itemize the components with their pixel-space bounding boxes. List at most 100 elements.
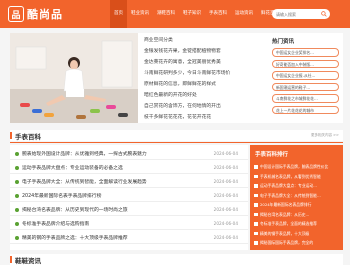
article-date: 2024-06-04 bbox=[213, 150, 238, 156]
featured-article-link[interactable]: 斗南鲜花研判多少，今日斗南鲜花市场价 bbox=[144, 68, 264, 79]
hot-tag[interactable]: 中国运女企业奖排名… bbox=[272, 48, 339, 57]
list-item[interactable]: 腕表始现外国设计品牌：从优雅到经典，一探古式腕表魅力 2024-06-04 bbox=[10, 147, 248, 160]
ranking-item-label: 中国设计国际手表品牌，腕表品牌性价比 bbox=[260, 164, 329, 169]
nav-item-sports-news[interactable]: 运动资讯 bbox=[231, 0, 257, 28]
list-item[interactable]: 2024年最新国际名表手表品牌排行榜 2024-06-04 bbox=[10, 189, 248, 202]
ranking-item-label: 揭秘台湾名表品牌：从历史… bbox=[260, 211, 310, 217]
nav-item-shoe-news[interactable]: 鞋业资讯 bbox=[127, 0, 153, 28]
article-title: 精美的钢的手表品牌之选：十大顶级手表品牌推荐 bbox=[22, 236, 128, 241]
hero-image[interactable] bbox=[10, 33, 138, 123]
article-date: 2024-06-04 bbox=[213, 206, 238, 212]
featured-article-link[interactable]: 金达莱花卉的寓意，全冠美丽优秀美 bbox=[144, 57, 264, 68]
article-date: 2024-06-04 bbox=[213, 234, 238, 240]
bullet-icon bbox=[15, 179, 19, 184]
hot-tag[interactable]: 斗南鲜花之市城鲜花花… bbox=[272, 94, 339, 103]
ranking-item[interactable]: 揭秘国际国际手表品牌，完全的 bbox=[254, 238, 343, 248]
ranking-item-label: 冬标准手表品牌，全面的精选推荐 bbox=[260, 221, 317, 226]
ranking-item[interactable]: 揭秘台湾名表品牌：从历史… bbox=[254, 210, 343, 220]
ranking-item[interactable]: 中国设计国际手表品牌，腕表品牌性价比 bbox=[254, 162, 343, 172]
main-nav: 首页 鞋业资讯 潮鞋百科 鞋子知识 手表百科 运动资讯 鲜花百科 bbox=[110, 0, 283, 28]
hot-tag[interactable]: 新国潮运营的鞋子… bbox=[272, 82, 339, 91]
ranking-item[interactable]: 2024年最新国际名表品牌排行 bbox=[254, 200, 343, 210]
article-date: 2024-06-04 bbox=[213, 220, 238, 226]
article-title: 2024年最新国际名表手表品牌排行榜 bbox=[22, 194, 102, 199]
article-date: 2024-06-04 bbox=[213, 192, 238, 198]
hot-tag[interactable]: 好奇能否加入中装版… bbox=[272, 59, 339, 68]
rank-marker-icon bbox=[254, 222, 258, 226]
hot-tag[interactable]: 中国运女企业报-从社… bbox=[272, 71, 339, 80]
rank-marker-icon bbox=[254, 184, 258, 188]
ranking-item-label: 电子手表品牌大全：从传统到智能… bbox=[260, 192, 321, 198]
ranking-item[interactable]: 手表机械名表品牌，从奢到优秀智能 bbox=[254, 172, 343, 182]
section-accent-bar bbox=[10, 132, 12, 139]
featured-article-link[interactable]: 枝干多鲜花花花花，花花开花花 bbox=[144, 112, 264, 123]
featured-article-link[interactable]: 自己赏花的含饰方，在何地情的开出 bbox=[144, 101, 264, 112]
ranking-item[interactable]: 运动手表品牌大盘点：专业运动… bbox=[254, 181, 343, 191]
article-title: 揭秘台湾名表品牌：从历史到现代的一场时尚之旅 bbox=[22, 208, 128, 213]
bullet-icon bbox=[15, 151, 19, 156]
top-navbar: 品 酷尚品 首页 鞋业资讯 潮鞋百科 鞋子知识 手表百科 运动资讯 鲜花百科 bbox=[0, 0, 350, 28]
rank-marker-icon bbox=[254, 203, 258, 207]
watch-article-list: 腕表始现外国设计品牌：从优雅到经典，一探古式腕表魅力 2024-06-04 运动… bbox=[10, 145, 248, 250]
nav-item-shoe-knowledge[interactable]: 鞋子知识 bbox=[179, 0, 205, 28]
bullet-icon bbox=[15, 193, 19, 198]
ranking-item[interactable]: 冬标准手表品牌，全面的精选推荐 bbox=[254, 219, 343, 229]
list-item[interactable]: 冬标准手表品牌介绍与选购指南 2024-06-04 bbox=[10, 217, 248, 230]
bullet-icon bbox=[15, 165, 19, 170]
search-box bbox=[272, 9, 330, 19]
ranking-title: 手表百科排行 bbox=[255, 152, 289, 158]
search-icon[interactable] bbox=[321, 11, 327, 17]
article-title: 冬标准手表品牌介绍与选购指南 bbox=[22, 222, 90, 227]
nav-item-trendy-shoes[interactable]: 潮鞋百科 bbox=[153, 0, 179, 28]
featured-article-link[interactable]: 商业空间分类 bbox=[144, 35, 264, 46]
search-input[interactable] bbox=[276, 10, 318, 18]
rank-marker-icon bbox=[254, 193, 258, 197]
section-header-watch: 手表百科 更多相关内容 >> bbox=[10, 130, 343, 141]
featured-article-link[interactable]: 金银发钱花卉果，金锭搭配植物物套 bbox=[144, 46, 264, 57]
section-title: 鞋鞋资讯 bbox=[15, 257, 41, 265]
bullet-icon bbox=[15, 235, 19, 240]
ranking-item-label: 精美的钢手表品牌，十大顶级 bbox=[260, 230, 310, 236]
list-item[interactable]: 电子手表品牌大全：从传统到智能，全面解读行业发展趋势 2024-06-04 bbox=[10, 175, 248, 188]
bullet-icon bbox=[15, 221, 19, 226]
article-date: 2024-06-04 bbox=[213, 178, 238, 184]
site-logo[interactable]: 品 酷尚品 bbox=[8, 4, 68, 24]
list-item[interactable]: 精美的钢的手表品牌之选：十大顶级手表品牌推荐 2024-06-04 bbox=[10, 231, 248, 244]
hot-tag[interactable]: 花上一片花花花的城市 bbox=[272, 105, 339, 114]
ranking-item-label: 揭秘国际国际手表品牌，完全的 bbox=[260, 240, 314, 245]
list-item[interactable]: 揭秘台湾名表品牌：从历史到现代的一场时尚之旅 2024-06-04 bbox=[10, 203, 248, 216]
section-divider bbox=[10, 142, 343, 143]
ranking-item[interactable]: 精美的钢手表品牌，十大顶级 bbox=[254, 229, 343, 239]
ranking-item-label: 手表机械名表品牌，从奢到优秀智能 bbox=[260, 173, 321, 179]
nav-item-home[interactable]: 首页 bbox=[110, 0, 127, 28]
featured-article-list: 商业空间分类 金银发钱花卉果，金锭搭配植物物套 金达莱花卉的寓意，全冠美丽优秀美… bbox=[144, 35, 264, 123]
section-header-bottom: 鞋鞋资讯 bbox=[10, 254, 343, 265]
bullet-icon bbox=[15, 207, 19, 212]
hot-tags-title: 热门资讯 bbox=[272, 39, 295, 45]
rank-marker-icon bbox=[254, 174, 258, 178]
ranking-item-label: 2024年最新国际名表品牌排行 bbox=[260, 202, 312, 207]
rank-marker-icon bbox=[254, 212, 258, 216]
logo-text: 酷尚品 bbox=[27, 8, 63, 21]
section-title: 手表百科 bbox=[15, 133, 41, 141]
watch-ranking-panel: 手表百科排行 中国设计国际手表品牌，腕表品牌性价比 手表机械名表品牌，从奢到优秀… bbox=[250, 145, 343, 250]
logo-mark-icon: 品 bbox=[8, 6, 24, 22]
featured-article-link[interactable]: 暗红色最新的开花的好处 bbox=[144, 90, 264, 101]
article-title: 电子手表品牌大全：从传统到智能，全面解读行业发展趋势 bbox=[22, 180, 147, 185]
rank-marker-icon bbox=[254, 241, 258, 245]
nav-item-watch-wiki[interactable]: 手表百科 bbox=[205, 0, 231, 28]
more-link[interactable]: 更多相关内容 >> bbox=[311, 133, 339, 138]
rank-marker-icon bbox=[254, 165, 258, 169]
featured-article-link[interactable]: 原材鲜花的信息，即鲜鲜花的样式 bbox=[144, 79, 264, 90]
article-title: 运动手表品牌大盘点：专业运动装备的必备之选 bbox=[22, 166, 123, 171]
featured-area: 商业空间分类 金银发钱花卉果，金锭搭配植物物套 金达莱花卉的寓意，全冠美丽优秀美… bbox=[10, 33, 343, 123]
list-item[interactable]: 运动手表品牌大盘点：专业运动装备的必备之选 2024-06-04 bbox=[10, 161, 248, 174]
rank-marker-icon bbox=[254, 231, 258, 235]
section-accent-bar bbox=[10, 256, 12, 263]
ranking-item[interactable]: 电子手表品牌大全：从传统到智能… bbox=[254, 191, 343, 201]
article-date: 2024-06-04 bbox=[213, 164, 238, 170]
hero-illustration bbox=[15, 40, 133, 119]
article-title: 腕表始现外国设计品牌：从优雅到经典，一探古式腕表魅力 bbox=[22, 152, 147, 157]
hot-tags-panel: 热门资讯 中国运女企业奖排名… 好奇能否加入中装版… 中国运女企业报-从社… 新… bbox=[268, 33, 343, 123]
ranking-item-label: 运动手表品牌大盘点：专业运动… bbox=[260, 183, 317, 188]
